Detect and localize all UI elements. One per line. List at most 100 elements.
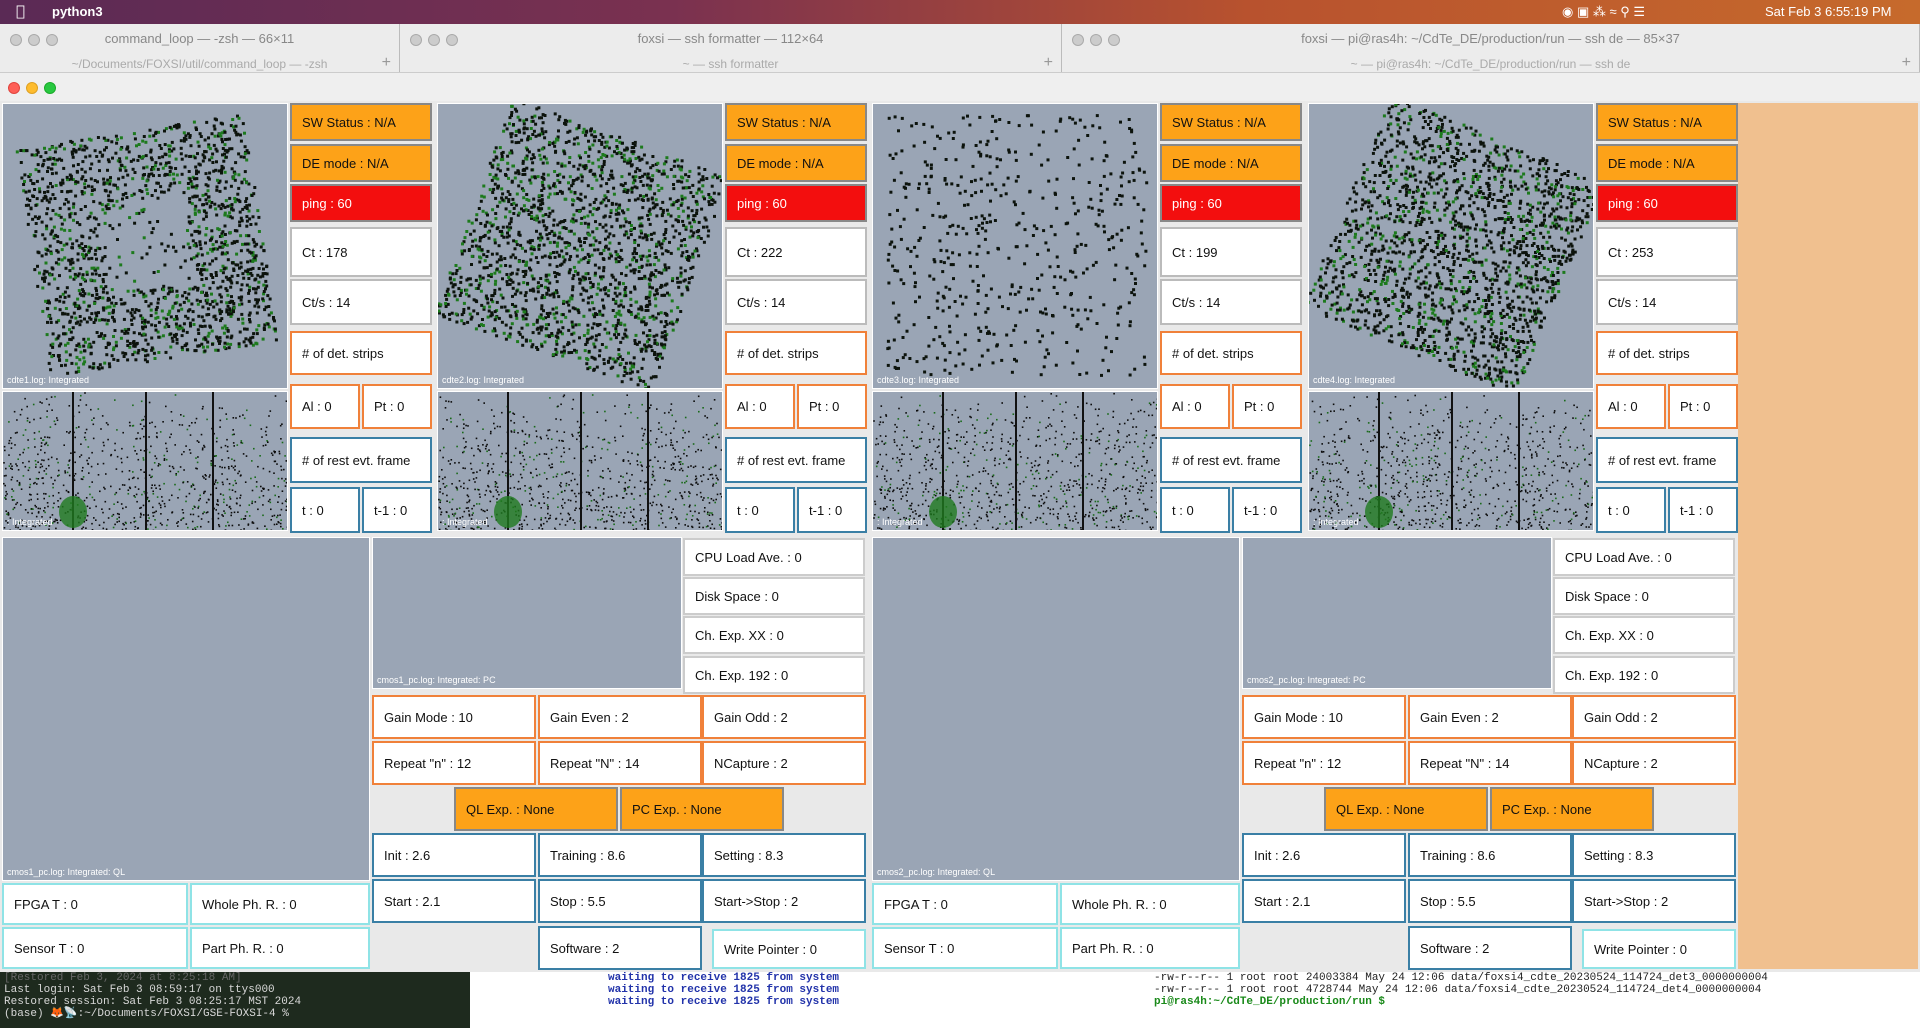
cdte-image-canvas: [438, 104, 722, 388]
sw-status: SW Status : N/A: [725, 103, 867, 141]
de-mode: DE mode : N/A: [1596, 144, 1738, 182]
cdte4-strip-plot[interactable]: : Integrated: [1308, 391, 1594, 531]
pt-count: Pt : 0: [1232, 384, 1302, 429]
count-total: Ct : 178: [290, 227, 432, 277]
plot-label: cdte1.log: Integrated: [7, 375, 90, 385]
terminal-window-1[interactable]: command_loop — -zsh — 66×11 ~/Documents/…: [0, 24, 400, 76]
sensor-temp: Sensor T : 0: [872, 927, 1058, 969]
det-strips: # of det. strips: [725, 331, 867, 375]
ch-exp-xx: Ch. Exp. XX : 0: [683, 616, 865, 654]
terminal-subtitle: ~ — ssh formatter: [682, 57, 779, 71]
terminal-line: waiting to receive 1825 from system: [608, 972, 840, 984]
cdte1-image-plot[interactable]: cdte1.log: Integrated: [2, 103, 288, 389]
training-time: Training : 8.6: [1408, 833, 1572, 877]
new-tab-icon[interactable]: +: [1044, 54, 1053, 72]
plot-label: : Integrated: [1313, 517, 1359, 527]
count-total: Ct : 199: [1160, 227, 1302, 277]
init-time: Init : 2.6: [372, 833, 536, 877]
write-pointer: Write Pointer : 0: [712, 929, 866, 969]
cmos1-pc-plot[interactable]: cmos1_pc.log: Integrated: PC: [372, 537, 682, 689]
ql-exposure: QL Exp. : None: [1324, 787, 1488, 831]
strip-canvas: [3, 392, 287, 530]
de-mode: DE mode : N/A: [725, 144, 867, 182]
cdte-image-canvas: [15, 114, 278, 375]
status-icons[interactable]: ◉ ▣ ⁂ ≈ ⚲ ☰: [1562, 4, 1645, 20]
terminal-output-left[interactable]: [Restored Feb 3, 2024 at 8:25:18 AM] Las…: [0, 968, 470, 1028]
det-strips: # of det. strips: [290, 331, 432, 375]
plot-label: cmos1_pc.log: Integrated: QL: [7, 867, 126, 877]
plot-label: : Integrated: [442, 517, 488, 527]
terminal-line: Last login: Sat Feb 3 08:59:17 on ttys00…: [4, 984, 275, 996]
start-stop-time: Start->Stop : 2: [702, 879, 866, 923]
terminal-prompt: pi@ras4h:~/CdTe_DE/production/run $: [1154, 996, 1386, 1008]
rest-evt-frame: # of rest evt. frame: [1596, 437, 1738, 483]
part-ph-rate: Part Ph. R. : 0: [190, 927, 370, 969]
plot-label: cmos2_pc.log: Integrated: QL: [877, 867, 996, 877]
cdte1-strip-plot[interactable]: : Integrated: [2, 391, 288, 531]
det-strips: # of det. strips: [1596, 331, 1738, 375]
ping-status: ping : 60: [1596, 184, 1738, 222]
sw-status: SW Status : N/A: [1160, 103, 1302, 141]
repeat-n: Repeat "n" : 12: [1242, 741, 1406, 785]
ping-status: ping : 60: [725, 184, 867, 222]
ncapture: NCapture : 2: [702, 741, 866, 785]
terminal-window-3[interactable]: foxsi — pi@ras4h: ~/CdTe_DE/production/r…: [1062, 24, 1920, 76]
gain-mode: Gain Mode : 10: [372, 695, 536, 739]
terminal-line: Restored session: Sat Feb 3 08:25:17 MST…: [4, 996, 302, 1008]
count-rate: Ct/s : 14: [1596, 279, 1738, 325]
terminal-line: waiting to receive 1825 from system: [608, 984, 840, 996]
plot-label: cdte4.log: Integrated: [1313, 375, 1396, 385]
terminal-output-right[interactable]: -rw-r--r-- 1 root root 24003384 May 24 1…: [1150, 968, 1920, 1028]
plot-label: cdte2.log: Integrated: [442, 375, 525, 385]
terminal-line: (base) 🦊📡:~/Documents/FOXSI/GSE-FOXSI-4 …: [4, 1008, 289, 1020]
ql-exposure: QL Exp. : None: [454, 787, 618, 831]
new-tab-icon[interactable]: +: [382, 54, 391, 72]
cdte3-strip-plot[interactable]: : Integrated: [872, 391, 1158, 531]
terminal-line: waiting to receive 1825 from system: [608, 996, 840, 1008]
terminal-output-mid[interactable]: waiting to receive 1825 from system wait…: [470, 968, 1150, 1028]
cdte2-image-plot[interactable]: cdte2.log: Integrated: [437, 103, 723, 389]
apple-icon[interactable]: : [16, 2, 25, 20]
terminal-window-2[interactable]: foxsi — ssh formatter — 112×64 ~ — ssh f…: [400, 24, 1062, 76]
menu-bar:  python3 ◉ ▣ ⁂ ≈ ⚲ ☰ Sat Feb 3 6:55:19 …: [0, 0, 1920, 24]
gain-even: Gain Even : 2: [538, 695, 702, 739]
t-1-value: t-1 : 0: [362, 487, 432, 533]
t-1-value: t-1 : 0: [1232, 487, 1302, 533]
whole-ph-rate: Whole Ph. R. : 0: [1060, 883, 1240, 925]
cdte3-image-plot[interactable]: cdte3.log: Integrated: [872, 103, 1158, 389]
software-value: Software : 2: [1408, 926, 1572, 970]
gain-odd: Gain Odd : 2: [1572, 695, 1736, 739]
cdte2-strip-plot[interactable]: : Integrated: [437, 391, 723, 531]
count-rate: Ct/s : 14: [290, 279, 432, 325]
count-rate: Ct/s : 14: [725, 279, 867, 325]
ping-status: ping : 60: [290, 184, 432, 222]
ch-exp-192: Ch. Exp. 192 : 0: [683, 656, 865, 694]
strip-canvas: [1309, 392, 1593, 530]
clock[interactable]: Sat Feb 3 6:55:19 PM: [1765, 4, 1891, 19]
sensor-temp: Sensor T : 0: [2, 927, 188, 969]
start-time: Start : 2.1: [372, 879, 536, 923]
part-ph-rate: Part Ph. R. : 0: [1060, 927, 1240, 969]
pt-count: Pt : 0: [1668, 384, 1738, 429]
fpga-temp: FPGA T : 0: [2, 883, 188, 925]
new-tab-icon[interactable]: +: [1902, 54, 1911, 72]
start-time: Start : 2.1: [1242, 879, 1406, 923]
de-mode: DE mode : N/A: [1160, 144, 1302, 182]
write-pointer: Write Pointer : 0: [1582, 929, 1736, 969]
cdte-image-canvas: [1309, 104, 1593, 388]
cdte-image-canvas: [886, 114, 1149, 377]
gain-odd: Gain Odd : 2: [702, 695, 866, 739]
pt-count: Pt : 0: [797, 384, 867, 429]
cmos2-pc-plot[interactable]: cmos2_pc.log: Integrated: PC: [1242, 537, 1552, 689]
cpu-load: CPU Load Ave. : 0: [683, 538, 865, 576]
rest-evt-frame: # of rest evt. frame: [290, 437, 432, 483]
ch-exp-192: Ch. Exp. 192 : 0: [1553, 656, 1735, 694]
cmos2-ql-plot[interactable]: cmos2_pc.log: Integrated: QL: [872, 537, 1240, 881]
cdte4-image-plot[interactable]: cdte4.log: Integrated: [1308, 103, 1594, 389]
training-time: Training : 8.6: [538, 833, 702, 877]
app-name[interactable]: python3: [52, 4, 103, 19]
al-count: Al : 0: [1160, 384, 1230, 429]
cmos1-ql-plot[interactable]: cmos1_pc.log: Integrated: QL: [2, 537, 370, 881]
stop-time: Stop : 5.5: [538, 879, 702, 923]
count-total: Ct : 222: [725, 227, 867, 277]
